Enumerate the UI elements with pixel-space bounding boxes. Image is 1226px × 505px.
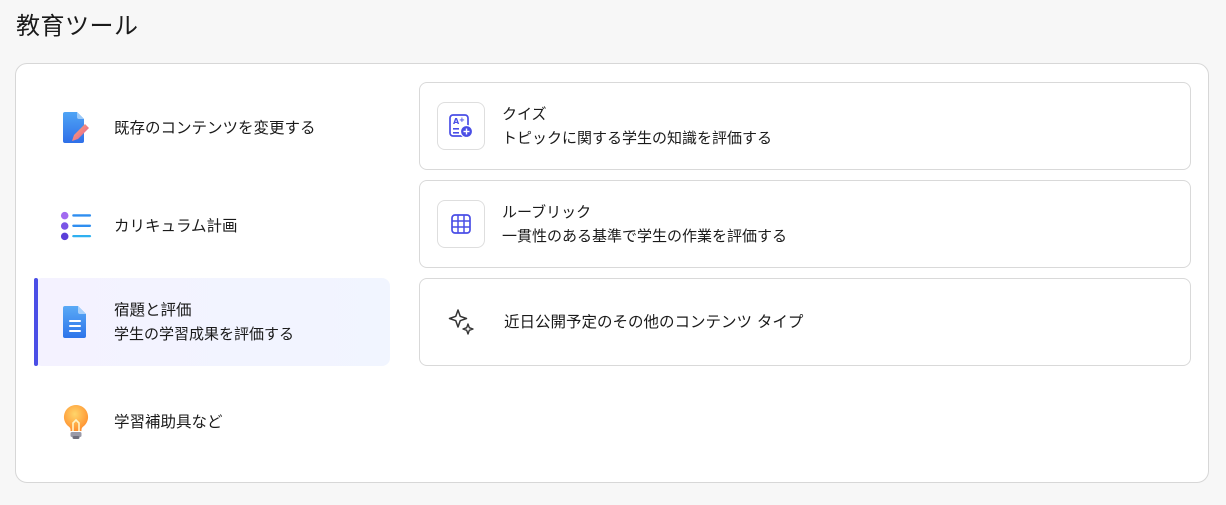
nav-item-label: 学習補助具など <box>114 413 223 431</box>
page-title: 教育ツール <box>16 12 139 40</box>
document-icon <box>60 304 92 340</box>
card-description: 一貫性のある基準で学生の作業を評価する <box>502 227 788 245</box>
nav-item-label: 宿題と評価 <box>114 301 192 319</box>
card-title: 近日公開予定のその他のコンテンツ タイプ <box>504 313 804 331</box>
sparkle-icon <box>437 298 485 346</box>
nav-item-modify-content[interactable]: 既存のコンテンツを変更する <box>34 102 390 154</box>
card-description: トピックに関する学生の知識を評価する <box>502 129 773 147</box>
edit-document-icon <box>60 110 92 146</box>
table-grid-icon <box>437 200 485 248</box>
svg-text:+: + <box>459 116 465 124</box>
card-rubric[interactable]: ルーブリック 一貫性のある基準で学生の作業を評価する <box>419 180 1191 268</box>
list-icon <box>60 208 92 244</box>
card-quiz[interactable]: A + クイズ トピックに関する学生の知識を評価する <box>419 82 1191 170</box>
nav-item-label: カリキュラム計画 <box>114 217 238 235</box>
nav-item-sublabel: 学生の学習成果を評価する <box>114 325 295 343</box>
nav-item-assignments[interactable]: 宿題と評価 学生の学習成果を評価する <box>34 278 390 366</box>
card-title: クイズ <box>502 105 547 123</box>
tools-panel: 既存のコンテンツを変更する カリキュラム計画 宿題と評価 学生の学習成果を評価す… <box>15 63 1209 483</box>
lightbulb-icon <box>60 404 92 440</box>
nav-item-learning-aids[interactable]: 学習補助具など <box>34 396 390 448</box>
card-title: ルーブリック <box>502 203 592 221</box>
nav-item-label: 既存のコンテンツを変更する <box>114 119 316 137</box>
card-more-content-types[interactable]: 近日公開予定のその他のコンテンツ タイプ <box>419 278 1191 366</box>
quiz-icon: A + <box>437 102 485 150</box>
nav-item-curriculum[interactable]: カリキュラム計画 <box>34 200 390 252</box>
